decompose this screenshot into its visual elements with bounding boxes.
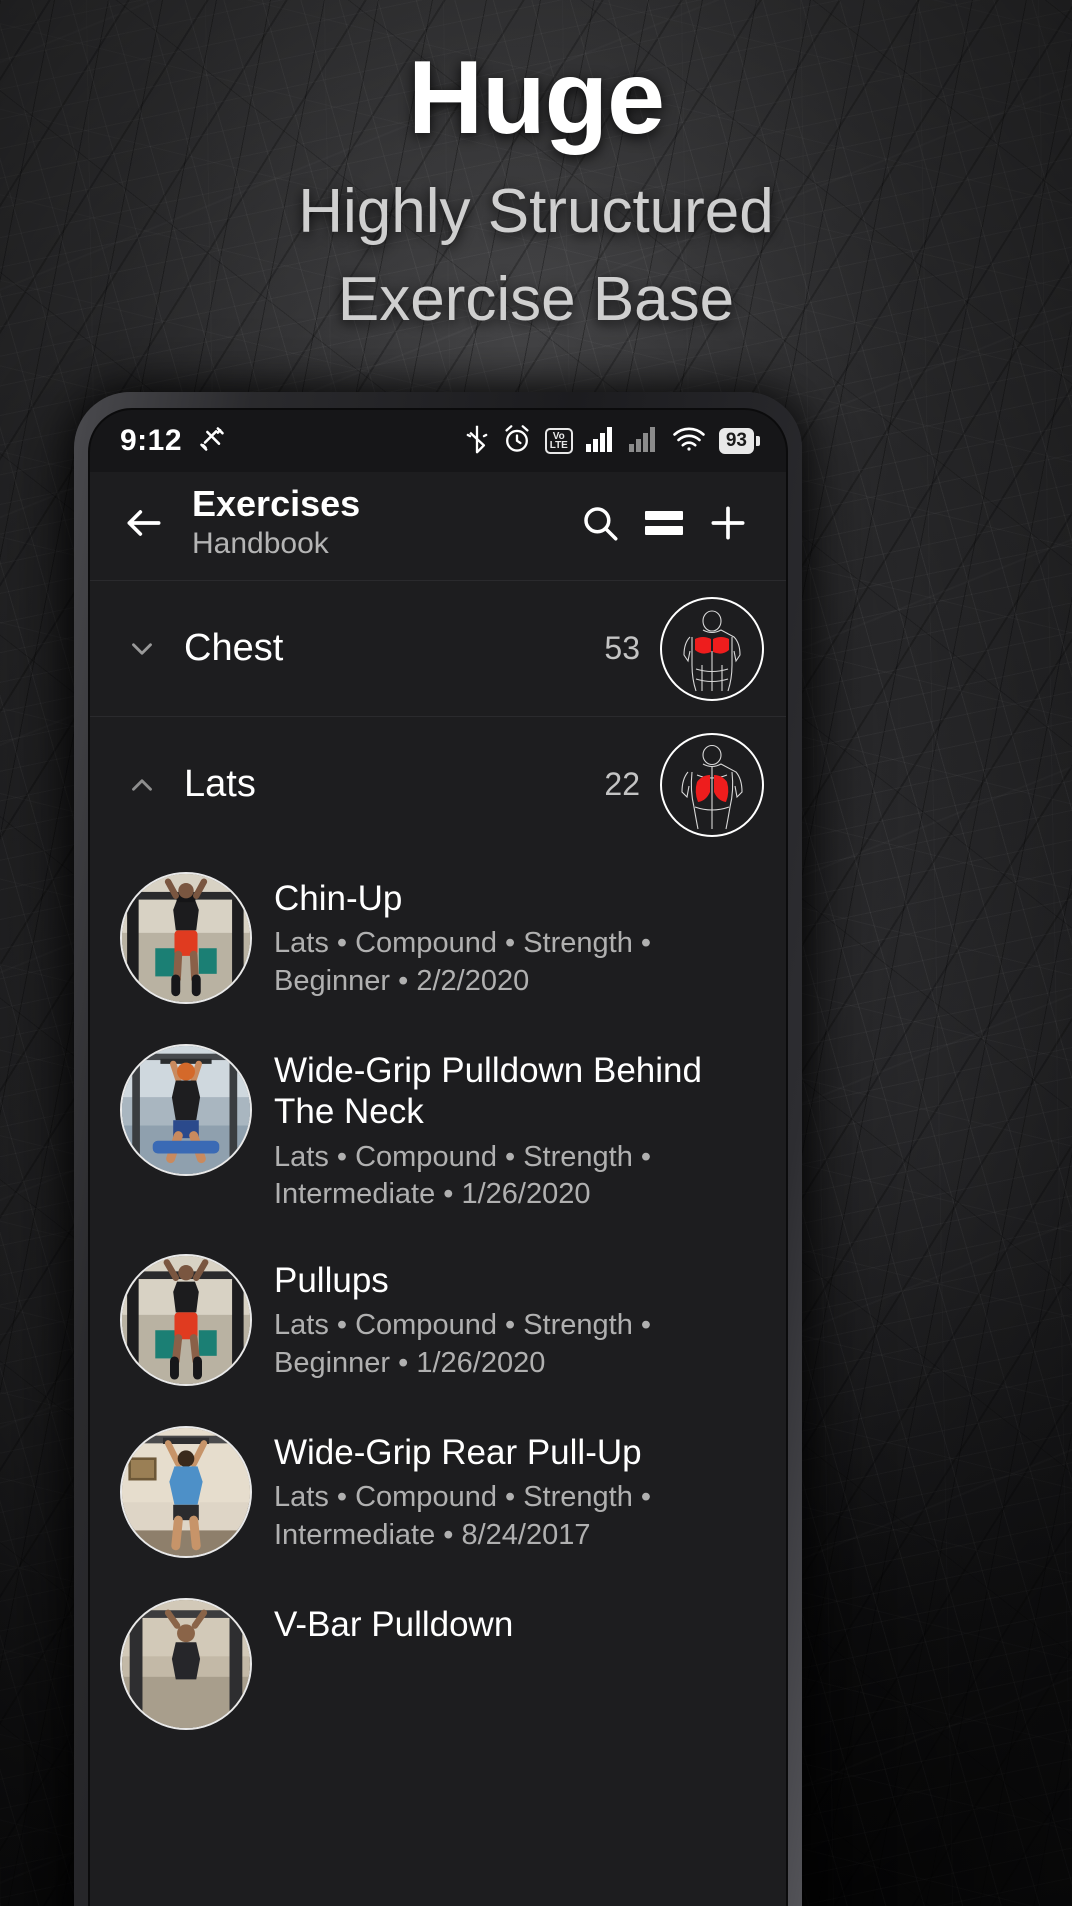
status-time: 9:12 — [120, 424, 183, 457]
exercise-list[interactable]: Chest 53 Lats 22 Chin-Up Lats • Compound… — [90, 580, 786, 1906]
exercise-meta: Lats • Compound • Strength • Beginner • … — [274, 1309, 652, 1379]
muscle-group-name: Chest — [184, 627, 284, 669]
muscle-group-count: 22 — [604, 766, 640, 802]
battery-cap — [756, 436, 760, 446]
wide-grip-pulldown-photo — [122, 1046, 250, 1174]
v-bar-pulldown-photo — [122, 1599, 250, 1728]
status-bar: 9:12 Vo LTE 93 — [90, 410, 786, 472]
exercise-thumbnail — [120, 1253, 252, 1386]
exercise-name: Wide-Grip Pulldown Behind The Neck — [274, 1051, 702, 1132]
exercise-name: V-Bar Pulldown — [274, 1604, 514, 1644]
exercise-thumbnail — [120, 1425, 252, 1558]
muscle-group-name: Lats — [184, 763, 256, 805]
exercise-thumbnail — [120, 1044, 252, 1176]
phone-notch — [348, 408, 528, 410]
muscle-group-row-lats[interactable]: Lats 22 — [90, 716, 786, 852]
signal-1-icon — [585, 426, 616, 457]
back-button[interactable] — [116, 495, 172, 551]
alarm-icon — [502, 424, 532, 459]
signal-2-icon — [628, 426, 659, 457]
volte-bottom-text: LTE — [549, 440, 568, 451]
wide-grip-rear-pullup-photo — [122, 1427, 250, 1556]
battery-icon: 93 — [718, 428, 760, 454]
exercise-name: Wide-Grip Rear Pull-Up — [274, 1432, 642, 1472]
status-right-icons: Vo LTE 93 — [465, 424, 760, 459]
exercise-thumbnail — [120, 872, 252, 1004]
exercise-name: Pullups — [274, 1260, 389, 1300]
wifi-icon — [672, 426, 706, 457]
phone-mockup: 9:12 Vo LTE 93 Exercises Handbook Chest … — [74, 392, 802, 1906]
exercise-name: Chin-Up — [274, 879, 403, 918]
page-subtitle: Handbook — [192, 527, 329, 561]
exercise-list-item[interactable]: Pullups Lats • Compound • Strength • Beg… — [90, 1234, 786, 1406]
promo-headline-block: Huge Highly Structured Exercise Base — [0, 42, 1072, 344]
phone-screen: 9:12 Vo LTE 93 Exercises Handbook Chest … — [88, 408, 788, 1906]
app-bar: Exercises Handbook — [90, 472, 786, 580]
add-button[interactable] — [696, 491, 760, 555]
lats-muscle-icon — [660, 732, 764, 837]
battery-percent: 93 — [718, 428, 754, 454]
search-button[interactable] — [568, 491, 632, 555]
promo-headline: Huge — [408, 40, 665, 156]
list-view-icon — [645, 505, 683, 541]
exercise-meta: Lats • Compound • Strength • Intermediat… — [274, 1481, 652, 1551]
chest-muscle-icon — [660, 596, 764, 701]
exercise-text-block: Chin-Up Lats • Compound • Strength • Beg… — [274, 872, 764, 1001]
volte-icon: Vo LTE — [544, 428, 573, 454]
exercise-text-block: Wide-Grip Rear Pull-Up Lats • Compound •… — [274, 1426, 764, 1555]
exercise-meta: Lats • Compound • Strength • Intermediat… — [274, 1140, 652, 1211]
exercise-text-block: V-Bar Pulldown — [274, 1598, 764, 1651]
search-icon — [584, 507, 618, 541]
exercise-thumbnail — [120, 1597, 252, 1730]
pullups-photo — [122, 1255, 250, 1384]
chin-up-photo — [122, 874, 250, 1002]
bluetooth-icon — [465, 424, 489, 459]
exercise-text-block: Wide-Grip Pulldown Behind The Neck Lats … — [274, 1044, 764, 1214]
exercise-meta: Lats • Compound • Strength • Beginner • … — [274, 927, 652, 997]
exercise-list-item[interactable]: Wide-Grip Rear Pull-Up Lats • Compound •… — [90, 1406, 786, 1578]
fitness-shuffle-icon — [198, 425, 226, 458]
promo-subline-2: Exercise Base — [337, 265, 735, 335]
exercise-list-item[interactable]: Wide-Grip Pulldown Behind The Neck Lats … — [90, 1024, 786, 1234]
promo-subline-1: Highly Structured — [298, 177, 774, 247]
page-title-block: Exercises Handbook — [192, 482, 568, 562]
exercise-list-item[interactable]: Chin-Up Lats • Compound • Strength • Beg… — [90, 852, 786, 1024]
exercise-list-item[interactable]: V-Bar Pulldown — [90, 1578, 786, 1750]
chevron-up-icon[interactable] — [116, 768, 168, 802]
back-arrow-icon — [127, 510, 161, 536]
plus-icon — [711, 506, 745, 540]
view-mode-button[interactable] — [632, 491, 696, 555]
status-left-icons — [198, 425, 226, 458]
chevron-down-icon[interactable] — [116, 632, 168, 666]
exercise-text-block: Pullups Lats • Compound • Strength • Beg… — [274, 1254, 764, 1383]
muscle-group-count: 53 — [604, 630, 640, 666]
page-title: Exercises — [192, 482, 361, 524]
muscle-group-row-chest[interactable]: Chest 53 — [90, 580, 786, 716]
